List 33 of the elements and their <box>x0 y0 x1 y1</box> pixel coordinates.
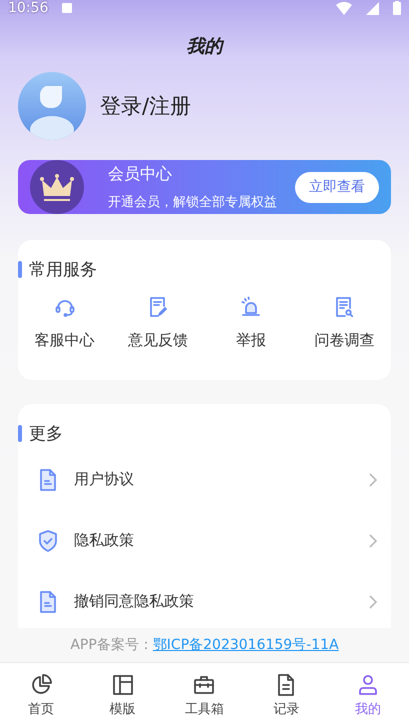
icp-label: APP备案号： <box>70 636 153 654</box>
service-item[interactable]: 客服中心 <box>34 331 95 350</box>
nav-tab[interactable]: 模版 <box>82 663 164 728</box>
avatar <box>18 72 86 140</box>
chevron-right-icon <box>369 594 377 608</box>
service-item[interactable]: 举报 <box>236 331 266 350</box>
service-item[interactable]: 意见反馈 <box>128 331 188 350</box>
member-title: 会员中心 <box>108 164 173 184</box>
nav-tab[interactable]: 我的 <box>327 663 409 728</box>
section-title: 更多 <box>29 423 63 445</box>
menu-item[interactable]: 隐私政策 <box>74 531 355 550</box>
battery-icon <box>393 1 401 15</box>
layout-icon <box>110 673 135 697</box>
keyboard-icon <box>62 3 72 13</box>
view-now-button[interactable]: 立即查看 <box>295 172 379 202</box>
section-title: 常用服务 <box>29 259 97 281</box>
shield-icon <box>36 528 60 552</box>
nav-tab[interactable]: 记录 <box>245 663 328 728</box>
menu-item[interactable]: 用户协议 <box>74 470 355 489</box>
menu-item[interactable]: 撤销同意隐私政策 <box>74 592 355 611</box>
nav-tab[interactable]: 首页 <box>0 663 82 728</box>
member-subtitle: 开通会员，解锁全部专属权益 <box>108 194 278 210</box>
page-title: 我的 <box>186 35 226 58</box>
crown-icon <box>30 160 84 214</box>
nav-tab[interactable]: 工具箱 <box>164 663 246 728</box>
status-time: 10:56 <box>8 0 48 16</box>
toolbox-icon <box>192 673 216 697</box>
service-item[interactable]: 问卷调查 <box>314 331 374 350</box>
signal-icon <box>366 2 379 14</box>
chevron-right-icon <box>369 472 377 486</box>
chevron-right-icon <box>369 534 377 548</box>
wifi-icon <box>336 2 352 14</box>
login-register-link[interactable]: 登录/注册 <box>100 92 192 120</box>
